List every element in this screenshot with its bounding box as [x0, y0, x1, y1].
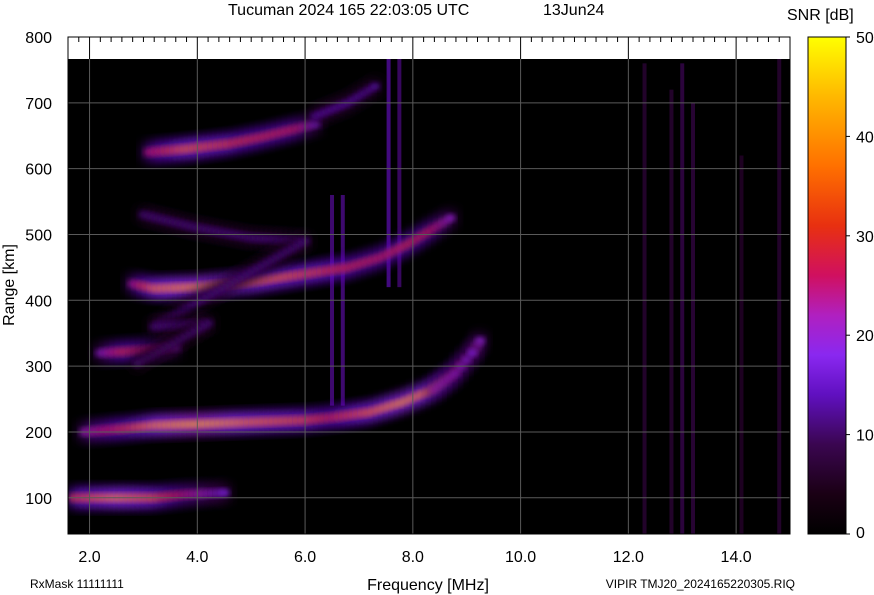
colorbar-tick-label-5: 50: [856, 30, 874, 47]
y-tick-label-6: 700: [25, 96, 52, 113]
x-tick-label-4: 10.0: [505, 549, 536, 566]
y-axis-label: Range [km]: [1, 244, 18, 326]
file-label: VIPIR TMJ20_2024165220305.RIQ: [606, 577, 795, 591]
colorbar-tick-label-3: 30: [856, 229, 874, 246]
x-axis-label: Frequency [MHz]: [367, 577, 489, 594]
colorbar-tick-label-4: 40: [856, 129, 874, 146]
y-tick-label-3: 400: [25, 293, 52, 310]
y-axis: 100 200 300 400 500 600 700 800: [25, 30, 52, 508]
colorbar-tick-label-1: 10: [856, 428, 874, 445]
chart-title: Tucuman 2024 165 22:03:05 UTC: [228, 2, 469, 19]
y-tick-label-2: 300: [25, 359, 52, 376]
top-strip: [68, 37, 790, 59]
colorbar-label: SNR [dB]: [787, 7, 854, 24]
trace-point: [219, 489, 230, 496]
trace-point: [467, 349, 478, 357]
colorbar-ticks: 0 10 20 30 40 50: [846, 30, 874, 542]
colorbar: [807, 36, 847, 535]
chart-date: 13Jun24: [543, 2, 604, 19]
colorbar-tick-label-0: 0: [856, 525, 865, 542]
clutter-column-9: [777, 50, 782, 534]
trace-point: [132, 360, 143, 367]
y-tick-label-7: 800: [25, 30, 52, 47]
y-tick-label-5: 600: [25, 162, 52, 179]
trace-point: [445, 214, 456, 222]
x-tick-label-5: 12.0: [613, 549, 644, 566]
clutter-column-8: [739, 155, 744, 534]
x-tick-label-6: 14.0: [721, 549, 752, 566]
ionogram-figure: Tucuman 2024 165 22:03:05 UTC 13Jun24 SN…: [1, 2, 874, 594]
x-axis: 2.0 4.0 6.0 8.0 10.0 12.0 14.0: [78, 549, 751, 566]
clutter-column-7: [691, 102, 696, 534]
x-tick-label-3: 8.0: [402, 549, 424, 566]
clutter-column-6: [680, 63, 685, 534]
x-tick-label-0: 2.0: [78, 549, 100, 566]
x-tick-label-2: 6.0: [294, 549, 316, 566]
clutter-column-5: [669, 89, 674, 534]
rxmask-label: RxMask 11111111: [30, 577, 124, 591]
clutter-column-4: [642, 63, 647, 534]
x-tick-label-1: 4.0: [186, 549, 208, 566]
y-tick-label-4: 500: [25, 227, 52, 244]
y-tick-label-0: 100: [25, 491, 52, 508]
y-tick-label-1: 200: [25, 425, 52, 442]
colorbar-tick-label-2: 20: [856, 328, 874, 345]
trace-point: [370, 83, 381, 90]
trace-point: [475, 337, 486, 344]
